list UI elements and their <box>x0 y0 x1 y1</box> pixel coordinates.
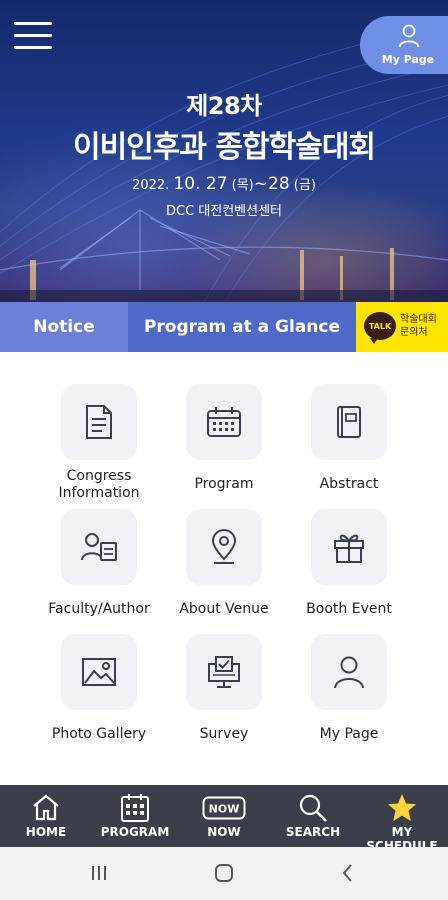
date-end: 28 <box>268 174 290 194</box>
gift-icon <box>311 509 387 585</box>
system-navigation-bar <box>0 847 448 900</box>
nav-now[interactable]: NOW NOW <box>178 785 270 847</box>
person-icon <box>398 24 420 48</box>
notice-tab[interactable]: Notice <box>0 302 128 352</box>
nav-label: PROGRAM <box>100 825 170 839</box>
grid-label: My Page <box>319 726 379 742</box>
kakao-inquiry-label: 학술대회 문의처 <box>400 313 437 339</box>
person-icon <box>311 634 387 710</box>
book-icon <box>311 384 387 460</box>
nav-program[interactable]: PROGRAM <box>92 785 178 847</box>
nav-search[interactable]: SEARCH <box>270 785 356 847</box>
grid-label: Booth Event <box>306 601 392 617</box>
bottom-navigation: HOME PROGRAM NOW NOW SEARCH MY SCHEDULE <box>0 785 448 853</box>
search-icon <box>299 794 327 822</box>
hero-banner: My Page 제28차 이비인후과 종합학술대회 2022. 10. 27 (… <box>0 0 448 302</box>
date-end-day: (금) <box>289 178 316 193</box>
grid-label: Congress Information <box>58 468 140 501</box>
conference-edition: 제28차 <box>186 92 262 120</box>
grid-item-about-venue[interactable]: About Venue <box>164 509 284 618</box>
my-page-button[interactable]: My Page <box>360 16 448 74</box>
kakao-talk-icon: TALK <box>364 312 396 344</box>
conference-dates: 2022. 10. 27 (목)~28 (금) <box>0 174 448 194</box>
menu-grid: Congress Information Program Abstract Fa… <box>0 352 448 785</box>
recent-apps-icon[interactable] <box>89 861 109 885</box>
nav-home[interactable]: HOME <box>0 785 92 847</box>
nav-label: HOME <box>25 825 67 839</box>
my-page-label: My Page <box>381 53 435 66</box>
date-start-day: (목) <box>227 178 254 193</box>
calendar-icon <box>186 384 262 460</box>
back-icon[interactable] <box>338 861 358 885</box>
grid-item-survey[interactable]: Survey <box>164 634 284 743</box>
now-badge-icon: NOW <box>202 796 246 820</box>
image-icon <box>61 634 137 710</box>
survey-monitor-icon <box>186 634 262 710</box>
calendar-grid-icon <box>121 794 149 822</box>
grid-item-faculty-author[interactable]: Faculty/Author <box>39 509 159 618</box>
grid-item-booth-event[interactable]: Booth Event <box>289 509 409 618</box>
kakao-label-line2: 문의처 <box>400 327 428 338</box>
grid-label: Program <box>194 476 254 492</box>
nav-label: NOW <box>207 825 241 839</box>
home-button-icon[interactable] <box>212 861 236 885</box>
location-pin-icon <box>186 509 262 585</box>
date-separator: ~ <box>253 174 269 194</box>
grid-item-my-page[interactable]: My Page <box>289 634 409 743</box>
conference-venue: DCC 대전컨벤션센터 <box>165 204 283 219</box>
grid-label: Abstract <box>319 476 379 492</box>
grid-label: Survey <box>199 726 249 742</box>
date-year: 2022. <box>132 178 174 193</box>
conference-title: 이비인후과 종합학술대회 <box>72 130 376 165</box>
grid-label: Faculty/Author <box>48 601 150 617</box>
program-at-a-glance-tab[interactable]: Program at a Glance <box>128 302 356 352</box>
kakao-label-line1: 학술대회 <box>400 314 437 325</box>
grid-item-congress-information[interactable]: Congress Information <box>39 384 159 502</box>
kakao-talk-inquiry-button[interactable]: TALK 학술대회 문의처 <box>356 302 448 352</box>
grid-label: Photo Gallery <box>51 726 147 742</box>
home-icon <box>33 794 59 821</box>
person-card-icon <box>61 509 137 585</box>
hamburger-menu-icon[interactable] <box>14 22 52 56</box>
grid-item-program[interactable]: Program <box>164 384 284 493</box>
grid-label: About Venue <box>179 601 269 617</box>
document-icon <box>61 384 137 460</box>
date-start: 10. 27 <box>173 174 228 194</box>
star-icon <box>388 794 416 821</box>
nav-my-schedule[interactable]: MY SCHEDULE <box>356 785 448 853</box>
now-badge-text: NOW <box>209 803 240 816</box>
grid-item-abstract[interactable]: Abstract <box>289 384 409 493</box>
quick-tabs: Notice Program at a Glance TALK 학술대회 문의처 <box>0 302 448 352</box>
grid-item-photo-gallery[interactable]: Photo Gallery <box>39 634 159 743</box>
nav-label: SEARCH <box>285 825 341 839</box>
